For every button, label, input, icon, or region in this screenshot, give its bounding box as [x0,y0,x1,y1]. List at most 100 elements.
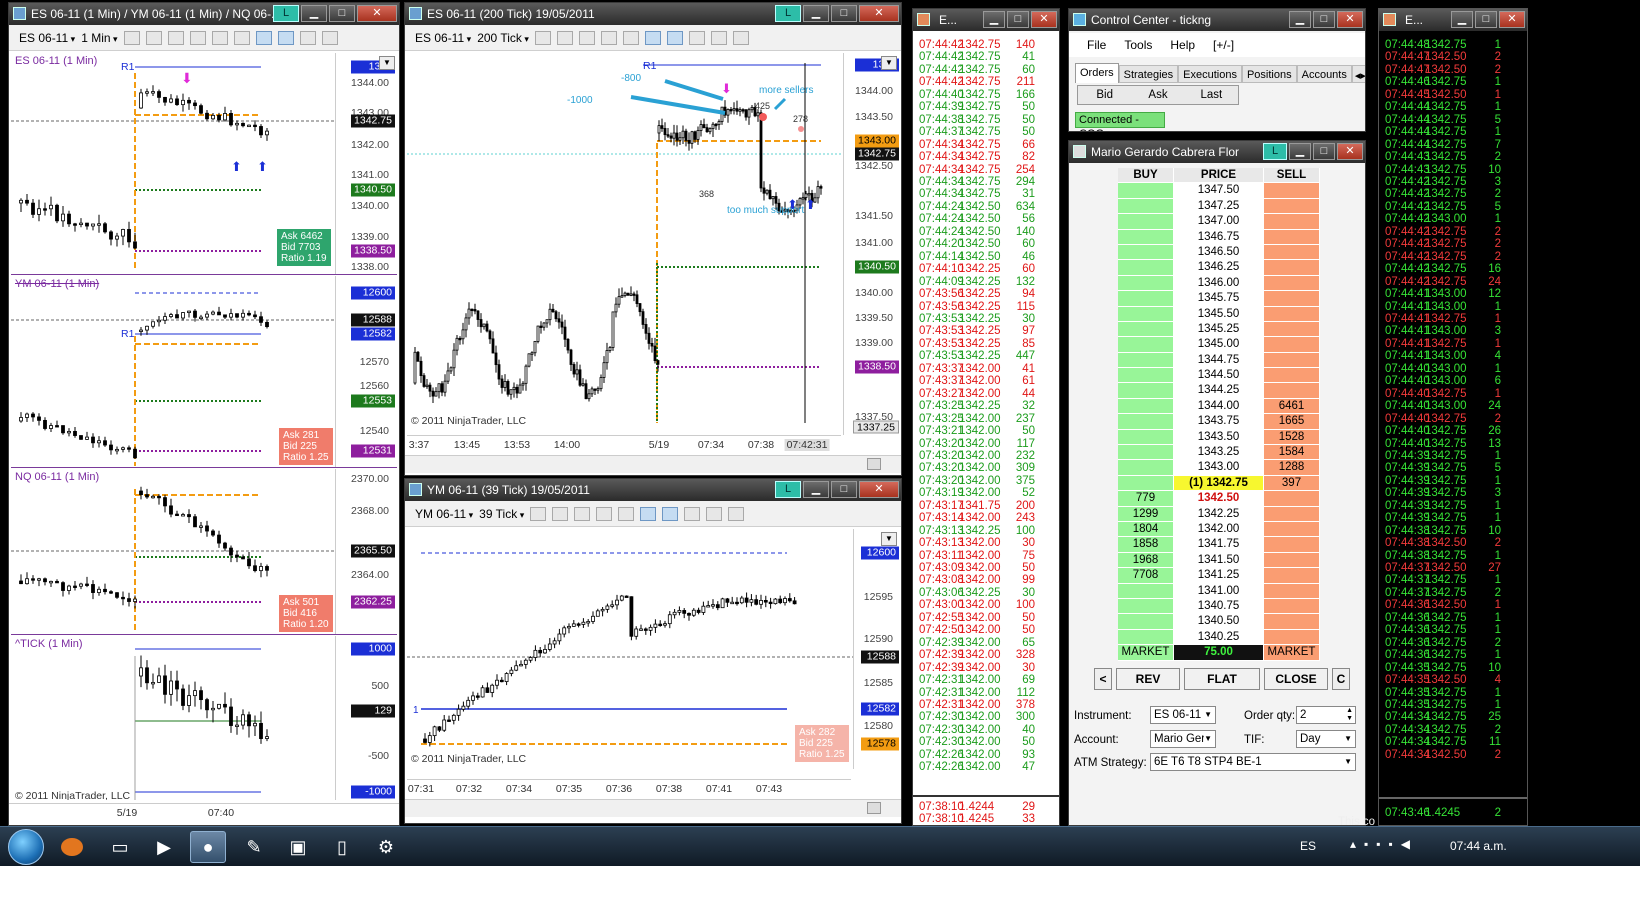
price-cell[interactable]: 1347.25 [1174,198,1264,215]
ladder-row[interactable]: 1347.25 [1118,198,1320,215]
price-ladder[interactable]: BUY PRICE SELL 1347.50 1347.25 1347.00 1346… [1118,168,1320,661]
buy-cell[interactable]: 7708 [1118,568,1174,584]
ninjatrader-icon[interactable] [54,831,90,863]
menu-tools[interactable]: Tools [1124,38,1152,52]
ladder-row[interactable]: 1346.25 [1118,260,1320,276]
tab-accounts[interactable]: Accounts [1296,65,1352,83]
media-player-icon[interactable]: ▶ [146,831,182,863]
snapshot-icon[interactable] [706,506,723,521]
ladder-row[interactable]: 1345.50 [1118,306,1320,322]
snapshot-icon[interactable] [321,30,338,45]
sell-market-button[interactable]: MARKET [1264,645,1320,661]
ladder-row[interactable]: 7708 1341.25 [1118,568,1320,584]
control-center-window[interactable]: Control Center - tickng ▁ □ ✕ File Tools… [1068,8,1366,132]
ladder-row[interactable]: 1341.00 [1118,583,1320,599]
price-cell[interactable]: 1346.75 [1174,229,1264,245]
flatten-button[interactable]: FLAT [1184,668,1260,690]
price-cell[interactable]: 1341.25 [1174,568,1264,584]
time-axis[interactable]: 3:37 13:45 13:53 14:00 5/19 07:34 07:38 … [407,435,841,453]
tab-executions[interactable]: Executions [1178,65,1242,83]
indicators-icon[interactable] [644,30,661,45]
minimize-button[interactable]: ▁ [803,481,829,498]
ladder-row[interactable]: 1344.00 6461 [1118,398,1320,415]
sell-cell[interactable] [1264,214,1320,230]
ladder-row[interactable]: 1346.00 [1118,275,1320,292]
buy-cell[interactable] [1118,337,1174,353]
pane-ym[interactable]: YM 06-11 (1 Min) R1 12570 12560 12540 12… [11,276,397,468]
sell-cell[interactable] [1264,260,1320,276]
link-button[interactable]: L [1263,143,1287,160]
time-axis[interactable]: 07:31 07:32 07:34 07:35 07:36 07:38 07:4… [407,779,851,797]
properties-icon[interactable] [299,30,316,45]
indicators-icon[interactable] [640,506,657,521]
title-bar[interactable]: Control Center - tickng ▁ □ ✕ [1069,9,1365,31]
instrument-selector[interactable]: YM 06-11 [415,507,473,521]
crosshair-icon[interactable] [596,506,613,521]
chart-window-multi[interactable]: ES 06-11 (1 Min) / YM 06-11 (1 Min) / NQ… [8,2,400,826]
tif-select[interactable]: Day ▼ [1296,730,1356,748]
price-cell[interactable]: 1341.50 [1174,552,1264,569]
sell-cell[interactable] [1264,629,1320,646]
sell-cell[interactable] [1264,183,1320,199]
chevron-down-icon[interactable]: ▼ [881,532,897,546]
title-bar[interactable]: E... ▁ □ ✕ [1379,9,1527,31]
buy-cell[interactable]: 1858 [1118,537,1174,553]
price-cell[interactable]: 1343.00 [1174,460,1264,476]
account-select[interactable]: Mario Gera ▼ [1150,730,1216,748]
ladder-row[interactable]: 1340.50 [1118,614,1320,630]
start-button[interactable] [8,829,44,865]
tab-scroll-icon[interactable]: ◂▸ [1351,65,1365,83]
bars-icon[interactable] [534,30,551,45]
sell-cell[interactable] [1264,229,1320,245]
maximize-button[interactable]: □ [1313,143,1335,160]
buy-cell[interactable] [1118,214,1174,230]
snapshot-icon[interactable] [710,30,727,45]
ladder-row[interactable]: 1346.75 [1118,229,1320,245]
bars-icon[interactable] [530,506,547,521]
buy-cell[interactable] [1118,229,1174,245]
sell-cell[interactable] [1264,521,1320,538]
sell-cell[interactable] [1264,337,1320,353]
zoom-icon[interactable] [622,30,639,45]
buy-cell[interactable] [1118,291,1174,307]
trade-list-footer[interactable]: 07:38:10 1.4244 29 07:38:10 1.4245 33 [919,801,1057,825]
sell-cell[interactable] [1264,198,1320,215]
buy-cell[interactable] [1118,260,1174,276]
buy-cell[interactable] [1118,352,1174,369]
menu-file[interactable]: File [1087,38,1106,52]
buy-cell[interactable] [1118,583,1174,599]
buy-cell[interactable] [1118,429,1174,446]
title-bar[interactable]: YM 06-11 (39 Tick) 19/05/2011 L ▁ □ ✕ [405,479,901,501]
buy-cell[interactable] [1118,306,1174,322]
minimize-button[interactable]: ▁ [803,5,829,22]
link-button[interactable]: L [775,481,801,498]
horizontal-scrollbar[interactable] [405,455,901,473]
instrument-selector[interactable]: ES 06-11 [19,31,75,45]
strategies-icon[interactable] [277,30,294,45]
close-button[interactable]: ✕ [859,481,899,498]
price-cell[interactable]: 1344.25 [1174,383,1264,399]
link-button[interactable]: L [775,5,801,22]
indicators-icon[interactable] [255,30,272,45]
ladder-row[interactable]: 1340.75 [1118,598,1320,615]
buy-cell[interactable]: 1968 [1118,552,1174,569]
menu-help[interactable]: Help [1170,38,1195,52]
close-button[interactable]: ✕ [1031,11,1057,28]
maximize-button[interactable]: □ [831,5,857,22]
strategies-icon[interactable] [666,30,683,45]
trade-list[interactable]: 07:44:48 1342.75 1 07:44:47 1342.50 2 07:44:47… [1385,39,1525,761]
maximize-button[interactable]: □ [1475,11,1497,28]
draw-tool-icon[interactable] [167,30,184,45]
buy-cell[interactable] [1118,398,1174,415]
ladder-row[interactable]: 1340.25 [1118,629,1320,646]
price-cell[interactable]: 1345.75 [1174,291,1264,307]
title-bar[interactable]: ES 06-11 (1 Min) / YM 06-11 (1 Min) / NQ… [9,3,399,25]
price-cell[interactable]: 1346.00 [1174,275,1264,292]
sell-cell[interactable] [1264,321,1320,338]
price-cell[interactable]: 1342.50 [1174,491,1264,507]
folder-icon[interactable]: ▭ [102,831,138,863]
draw-tool-icon[interactable] [574,506,591,521]
sell-cell[interactable]: 1528 [1264,429,1320,446]
price-cell[interactable]: 1341.75 [1174,537,1264,553]
buy-cell[interactable] [1118,445,1174,461]
